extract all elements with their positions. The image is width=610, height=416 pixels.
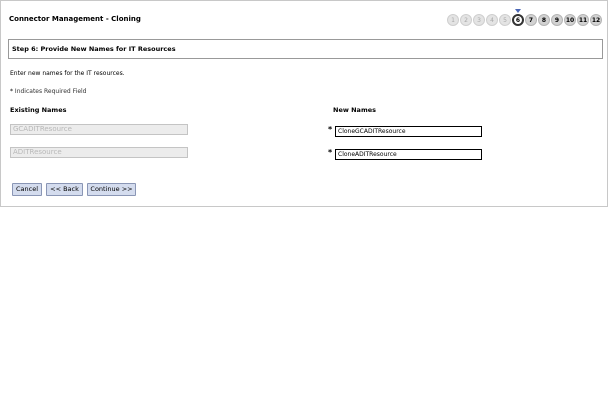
new-names-header: New Names [333,106,376,114]
required-note-text: Indicates Required Field [14,88,87,95]
step-indicator: 1 2 3 4 5 6 7 8 9 10 11 12 [447,9,607,32]
page-title: Connector Management - Cloning [9,15,141,23]
new-name-input-2[interactable] [335,149,482,160]
continue-button[interactable]: Continue >> [87,183,136,196]
step-3: 3 [473,14,485,26]
step-10: 10 [564,14,576,26]
instructions-text: Enter new names for the IT resources. [10,70,125,77]
back-button[interactable]: << Back [46,183,83,196]
section-header: Step 6: Provide New Names for IT Resourc… [8,39,603,59]
step-1: 1 [447,14,459,26]
step-2: 2 [460,14,472,26]
step-11: 11 [577,14,589,26]
new-name-input-1[interactable] [335,126,482,137]
existing-name-field-2: ADITResource [10,147,188,158]
required-marker-1: * [328,125,333,134]
step-5: 5 [499,14,511,26]
step-8: 8 [538,14,550,26]
cloning-panel: Connector Management - Cloning 1 2 3 4 5… [0,0,608,207]
step-4: 4 [486,14,498,26]
required-field-note: * Indicates Required Field [10,88,86,95]
cancel-button[interactable]: Cancel [12,183,42,196]
existing-name-field-1: GCADITResource [10,124,188,135]
current-step-marker-icon [515,9,521,13]
existing-names-header: Existing Names [10,106,67,114]
required-star: * [10,88,13,95]
required-marker-2: * [328,148,333,157]
step-12: 12 [590,14,602,26]
step-7: 7 [525,14,537,26]
step-6: 6 [512,14,524,26]
step-9: 9 [551,14,563,26]
